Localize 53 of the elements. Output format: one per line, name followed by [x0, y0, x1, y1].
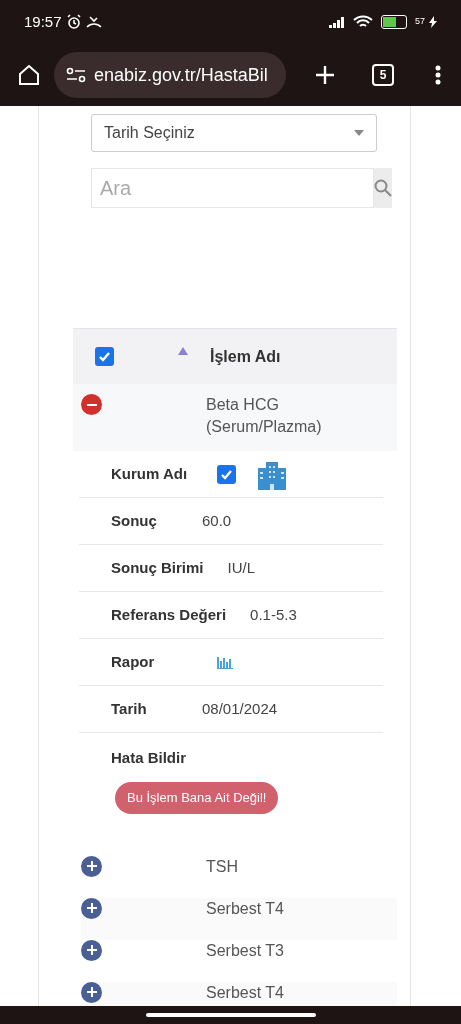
report-error-button[interactable]: Bu İşlem Bana Ait Değil! — [115, 781, 279, 814]
column-header[interactable]: İşlem Adı — [210, 344, 281, 369]
field-label: Hata Bildir — [111, 748, 186, 768]
field-label: Referans Değeri — [111, 604, 227, 625]
address-bar[interactable]: enabiz.gov.tr/HastaBil — [54, 52, 286, 98]
checkbox[interactable] — [95, 347, 114, 366]
field-label: Kurum Adı — [111, 463, 189, 484]
more-icon — [435, 65, 441, 85]
plus-icon — [86, 987, 97, 997]
search-icon — [374, 179, 392, 197]
sort-arrow-icon[interactable] — [178, 346, 188, 355]
battery-percent: 57 — [415, 15, 425, 29]
expand-button[interactable] — [81, 939, 102, 961]
field-label: Tarih — [111, 698, 148, 719]
caret-icon — [354, 130, 364, 136]
field-value: 60.0 — [202, 510, 232, 531]
search-button[interactable] — [374, 168, 392, 208]
test-name: Serbest T3 — [206, 940, 285, 961]
date-select[interactable]: Tarih Seçiniz — [91, 114, 377, 152]
plus-icon — [86, 861, 97, 871]
menu-button[interactable] — [434, 64, 442, 86]
test-name: TSH — [206, 856, 239, 877]
plus-icon — [86, 903, 97, 913]
battery-icon — [381, 15, 407, 29]
home-button[interactable] — [16, 62, 42, 88]
alarm-icon — [65, 14, 82, 30]
checkbox[interactable] — [217, 464, 236, 484]
field-value: 0.1-5.3 — [250, 604, 297, 625]
expand-button[interactable] — [81, 981, 102, 1003]
charging-icon — [429, 16, 437, 28]
field-value: 08/01/2024 — [202, 698, 278, 719]
bar-chart-icon[interactable] — [217, 655, 233, 669]
field-label: Sonuç — [111, 510, 158, 531]
minus-icon — [86, 403, 97, 406]
expand-button[interactable] — [81, 855, 102, 877]
plus-icon — [86, 945, 97, 955]
field-label: Sonuç Birimi — [111, 557, 204, 578]
expand-button[interactable] — [81, 897, 102, 919]
site-settings-icon — [66, 67, 86, 83]
field-value: IU/L — [227, 557, 256, 578]
check-icon — [98, 350, 111, 363]
field-label: Rapor — [111, 651, 156, 672]
plus-icon — [315, 65, 335, 85]
test-name: Beta HCG (Serum/Plazma) — [206, 395, 323, 437]
search-field[interactable]: Ara — [91, 168, 374, 208]
tab-switcher-button[interactable]: 5 — [372, 64, 394, 86]
collapse-button[interactable] — [81, 394, 102, 415]
home-icon — [18, 64, 40, 86]
clock-time: 19:57 — [24, 11, 62, 32]
url-text: enabiz.gov.tr/HastaBil — [94, 63, 268, 87]
test-name: Serbest T4 — [206, 982, 285, 1003]
test-name: Serbest T4 — [206, 898, 285, 919]
missed-call-icon — [85, 15, 102, 29]
